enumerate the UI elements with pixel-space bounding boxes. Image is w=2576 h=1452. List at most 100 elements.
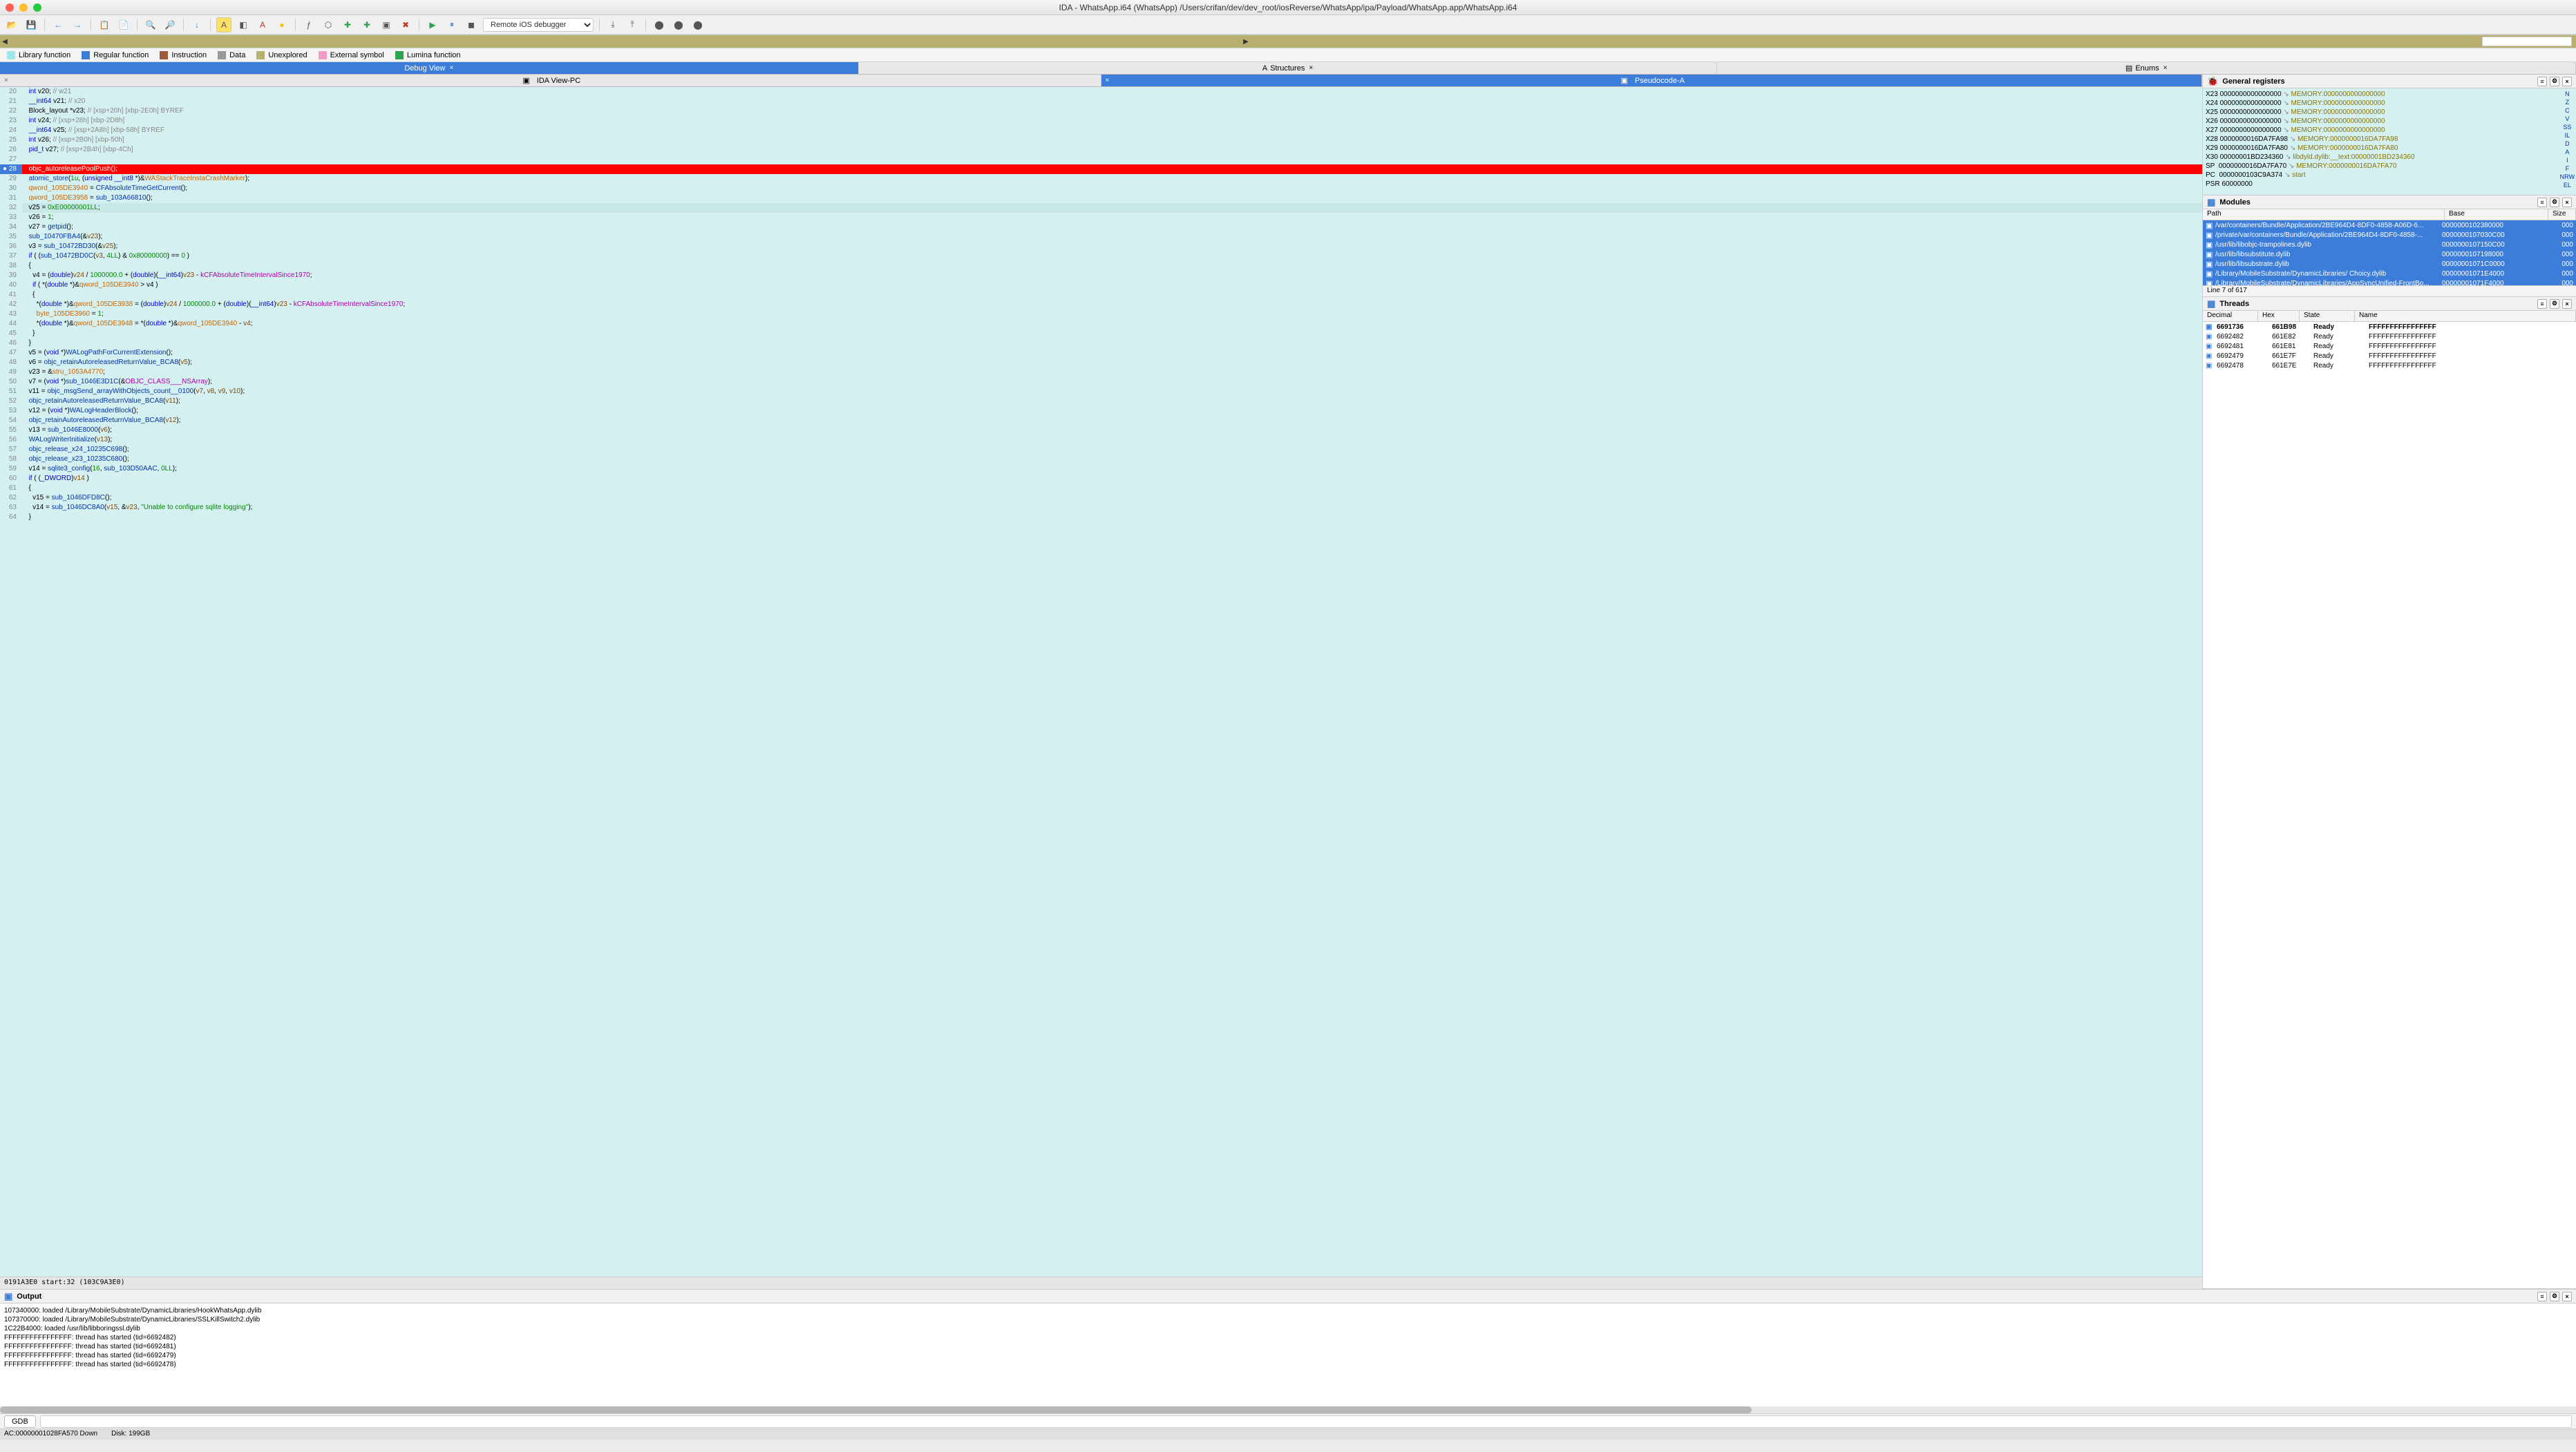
block-icon[interactable]: ▣ (379, 17, 394, 32)
panel-menu-icon[interactable]: ≡ (2537, 198, 2547, 207)
register-row[interactable]: X24 0000000000000000 ↘ MEMORY:0000000000… (2206, 99, 2573, 108)
col-base[interactable]: Base (2445, 209, 2548, 220)
register-row[interactable]: X28 0000000016DA7FA98 ↘ MEMORY:000000001… (2206, 135, 2573, 144)
code-line[interactable]: 20 int v20; // w21 (0, 87, 2202, 97)
code-line[interactable]: 56 WALogWriterInitialize(v13); (0, 435, 2202, 445)
code-line[interactable]: 39 v4 = (double)v24 / 1000000.0 + (doubl… (0, 271, 2202, 280)
command-input[interactable] (40, 1415, 2572, 1428)
flag-I[interactable]: I (2560, 156, 2575, 164)
stop-icon[interactable]: ◼ (464, 17, 479, 32)
code-line[interactable]: 62 v15 = sub_1046DFD8C(); (0, 493, 2202, 503)
back-icon[interactable]: ← (50, 17, 66, 32)
thread-row[interactable]: ▣6692479661E7FReadyFFFFFFFFFFFFFFFF (2203, 351, 2576, 361)
text-a-icon[interactable]: A (216, 17, 231, 32)
panel-gear-icon[interactable]: ⚙ (2550, 1292, 2559, 1301)
forward-icon[interactable]: → (70, 17, 85, 32)
minimize-window-icon[interactable] (19, 3, 28, 12)
plus-icon[interactable]: ✚ (340, 17, 355, 32)
view-tab[interactable]: AStructures× (859, 62, 1718, 74)
module-row[interactable]: ▣/usr/lib/libsubstitute.dylib00000001071… (2203, 249, 2576, 259)
code-line[interactable]: 57 objc_release_x24_10235C698(); (0, 445, 2202, 455)
search-icon[interactable]: 🔍 (143, 17, 158, 32)
code-line[interactable]: 29 atomic_store(1u, (unsigned __int8 *)&… (0, 174, 2202, 184)
flag-NRW[interactable]: NRW (2560, 173, 2575, 181)
code-line[interactable]: 35 sub_10470FBA4(&v23); (0, 232, 2202, 242)
flag-D[interactable]: D (2560, 140, 2575, 148)
col-size[interactable]: Size (2548, 209, 2576, 220)
code-line[interactable]: 26 pid_t v27; // [xsp+2B4h] [xbp-4Ch] (0, 145, 2202, 155)
copy-icon[interactable]: 📋 (97, 17, 112, 32)
nav-search-input[interactable] (2482, 37, 2572, 46)
bp-list-icon[interactable]: ⬤ (671, 17, 686, 32)
col-name[interactable]: Name (2355, 311, 2576, 321)
debugger-select[interactable]: Remote iOS debugger (483, 18, 594, 32)
zoom-window-icon[interactable] (33, 3, 41, 12)
code-line[interactable]: 42 *(double *)&qword_105DE3938 = (double… (0, 300, 2202, 309)
module-row[interactable]: ▣/private/var/containers/Bundle/Applicat… (2203, 230, 2576, 240)
flag-Z[interactable]: Z (2560, 98, 2575, 106)
code-line[interactable]: 44 *(double *)&qword_105DE3948 = *(doubl… (0, 319, 2202, 329)
module-row[interactable]: ▣/usr/lib/libobjc-trampolines.dylib00000… (2203, 240, 2576, 249)
code-line[interactable]: 61 { (0, 484, 2202, 493)
circle-icon[interactable]: ● (274, 17, 290, 32)
code-line[interactable]: 31 qword_105DE3958 = sub_103A66810(); (0, 193, 2202, 203)
flag-IL[interactable]: IL (2560, 131, 2575, 140)
threads-list[interactable]: ▣6691736661B98ReadyFFFFFFFFFFFFFFFF▣6692… (2203, 322, 2576, 1288)
panel-menu-icon[interactable]: ≡ (2537, 1292, 2547, 1301)
code-line[interactable]: 43 byte_105DE3960 = 1; (0, 309, 2202, 319)
panel-close-icon[interactable]: × (2562, 77, 2572, 86)
code-line[interactable]: 37 if ( (sub_10472BD0C(v3, 4LL) & 0x8000… (0, 251, 2202, 261)
view-tab[interactable]: Debug View× (0, 62, 859, 74)
run-icon[interactable]: ▶ (425, 17, 440, 32)
code-line[interactable]: 58 objc_release_x23_10235C680(); (0, 455, 2202, 464)
panel-close-icon[interactable]: × (2562, 198, 2572, 207)
save-icon[interactable]: 💾 (23, 17, 39, 32)
code-line[interactable]: 32 v25 = 0xE00000001LL; (0, 203, 2202, 213)
view-tab[interactable]: ▤Enums× (1717, 62, 2576, 74)
gdb-button[interactable]: GDB (4, 1415, 36, 1428)
thread-row[interactable]: ▣6691736661B98ReadyFFFFFFFFFFFFFFFF (2203, 322, 2576, 332)
output-scrollbar[interactable] (0, 1406, 2576, 1413)
code-line[interactable]: 41 { (0, 290, 2202, 300)
code-line[interactable]: 47 v5 = (void *)WALogPathForCurrentExten… (0, 348, 2202, 358)
code-line[interactable]: 46 } (0, 338, 2202, 348)
flag-N[interactable]: N (2560, 90, 2575, 98)
register-row[interactable]: X27 0000000000000000 ↘ MEMORY:0000000000… (2206, 126, 2573, 135)
panel-gear-icon[interactable]: ⚙ (2550, 77, 2559, 86)
code-line[interactable]: 55 v13 = sub_1046E8000(v6); (0, 426, 2202, 435)
navigation-band[interactable]: ◀ ▶ (0, 35, 2576, 48)
code-line[interactable]: 64 } (0, 513, 2202, 522)
code-line[interactable]: 25 int v26; // [xsp+2B0h] [xbp-50h] (0, 135, 2202, 145)
thread-row[interactable]: ▣6692481661E81ReadyFFFFFFFFFFFFFFFF (2203, 341, 2576, 351)
module-row[interactable]: ▣/Library/MobileSubstrate/DynamicLibrari… (2203, 278, 2576, 285)
code-line[interactable]: 59 v14 = sqlite3_config(16, sub_103D50AA… (0, 464, 2202, 474)
func-icon[interactable]: ƒ (301, 17, 316, 32)
nav-right-icon[interactable]: ▶ (1241, 38, 1251, 46)
code-line[interactable]: 33 v26 = 1; (0, 213, 2202, 222)
code-line[interactable]: 22 Block_layout *v23; // [xsp+20h] [xbp-… (0, 106, 2202, 116)
register-row[interactable]: PC 0000000103C9A374 ↘ start (2206, 171, 2573, 180)
tag-icon[interactable]: A (255, 17, 270, 32)
graph-icon[interactable]: ⬡ (321, 17, 336, 32)
code-line[interactable]: 21 __int64 v21; // x20 (0, 97, 2202, 106)
code-tab[interactable]: ×▣Pseudocode-A (1101, 75, 2203, 86)
thread-row[interactable]: ▣6692482661E82ReadyFFFFFFFFFFFFFFFF (2203, 332, 2576, 341)
struct-icon[interactable]: ◧ (236, 17, 251, 32)
module-row[interactable]: ▣/var/containers/Bundle/Application/2BE9… (2203, 220, 2576, 230)
panel-menu-icon[interactable]: ≡ (2537, 299, 2547, 309)
code-line[interactable]: 52 objc_retainAutoreleasedReturnValue_BC… (0, 397, 2202, 406)
code-line[interactable]: 63 v14 = sub_1046DC8A0(v15, &v23, "Unabl… (0, 503, 2202, 513)
code-line[interactable]: 50 v7 = (void *)sub_1046E3D1C(&OBJC_CLAS… (0, 377, 2202, 387)
close-window-icon[interactable] (6, 3, 14, 12)
module-row[interactable]: ▣/Library/MobileSubstrate/DynamicLibrari… (2203, 269, 2576, 278)
modules-list[interactable]: ▣/var/containers/Bundle/Application/2BE9… (2203, 220, 2576, 285)
code-line[interactable]: 49 v23 = &stru_1053A4770; (0, 367, 2202, 377)
bp-icon[interactable]: ⬤ (652, 17, 667, 32)
panel-gear-icon[interactable]: ⚙ (2550, 198, 2559, 207)
code-line[interactable]: 23 int v24; // [xsp+28h] [xbp-2D8h] (0, 116, 2202, 126)
register-row[interactable]: PSR 60000000 (2206, 180, 2573, 189)
code-line[interactable]: 36 v3 = sub_10472BD30(&v25); (0, 242, 2202, 251)
flag-A[interactable]: A (2560, 148, 2575, 156)
register-row[interactable]: X26 0000000000000000 ↘ MEMORY:0000000000… (2206, 117, 2573, 126)
code-line[interactable]: 48 v6 = objc_retainAutoreleasedReturnVal… (0, 358, 2202, 367)
